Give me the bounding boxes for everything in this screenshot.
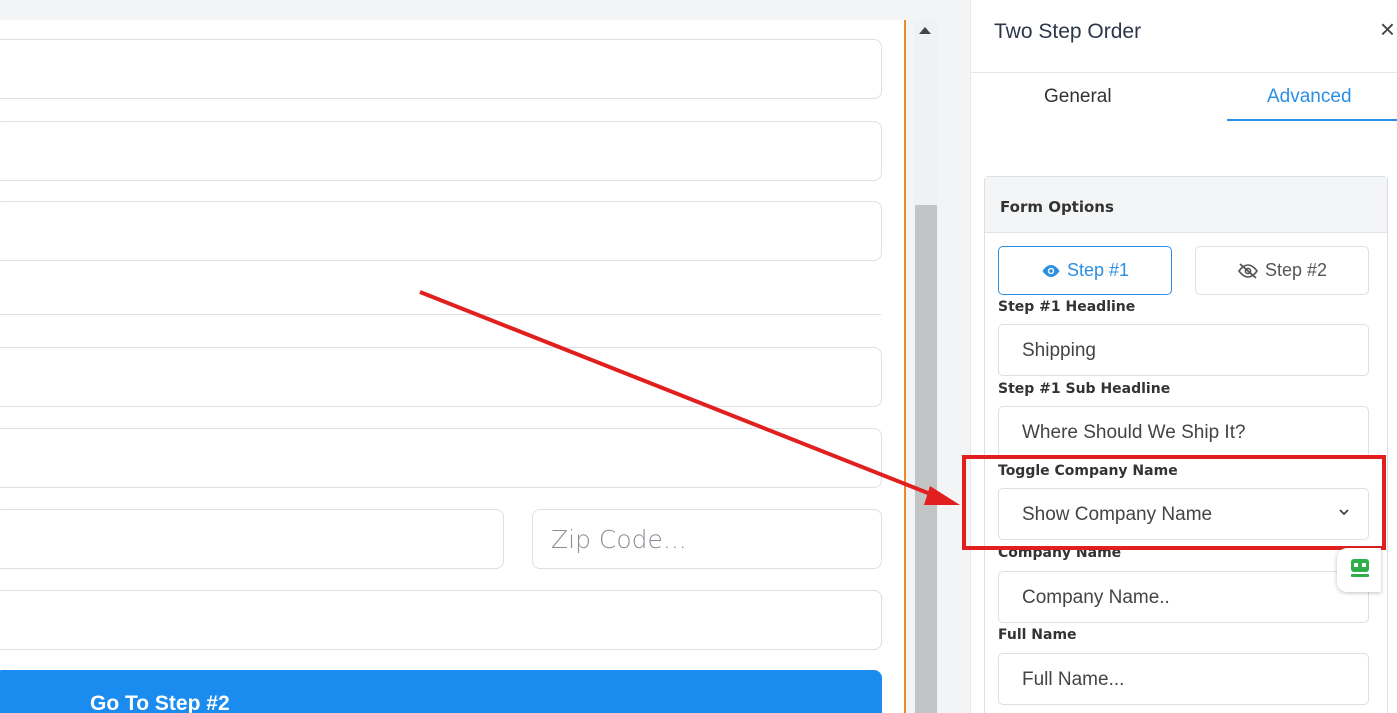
chat-bot-icon[interactable] (1337, 548, 1381, 592)
annotation-arrow (419, 290, 960, 505)
app-root: Zip Code... Go To Step #2 Two Step Order… (0, 0, 1397, 713)
